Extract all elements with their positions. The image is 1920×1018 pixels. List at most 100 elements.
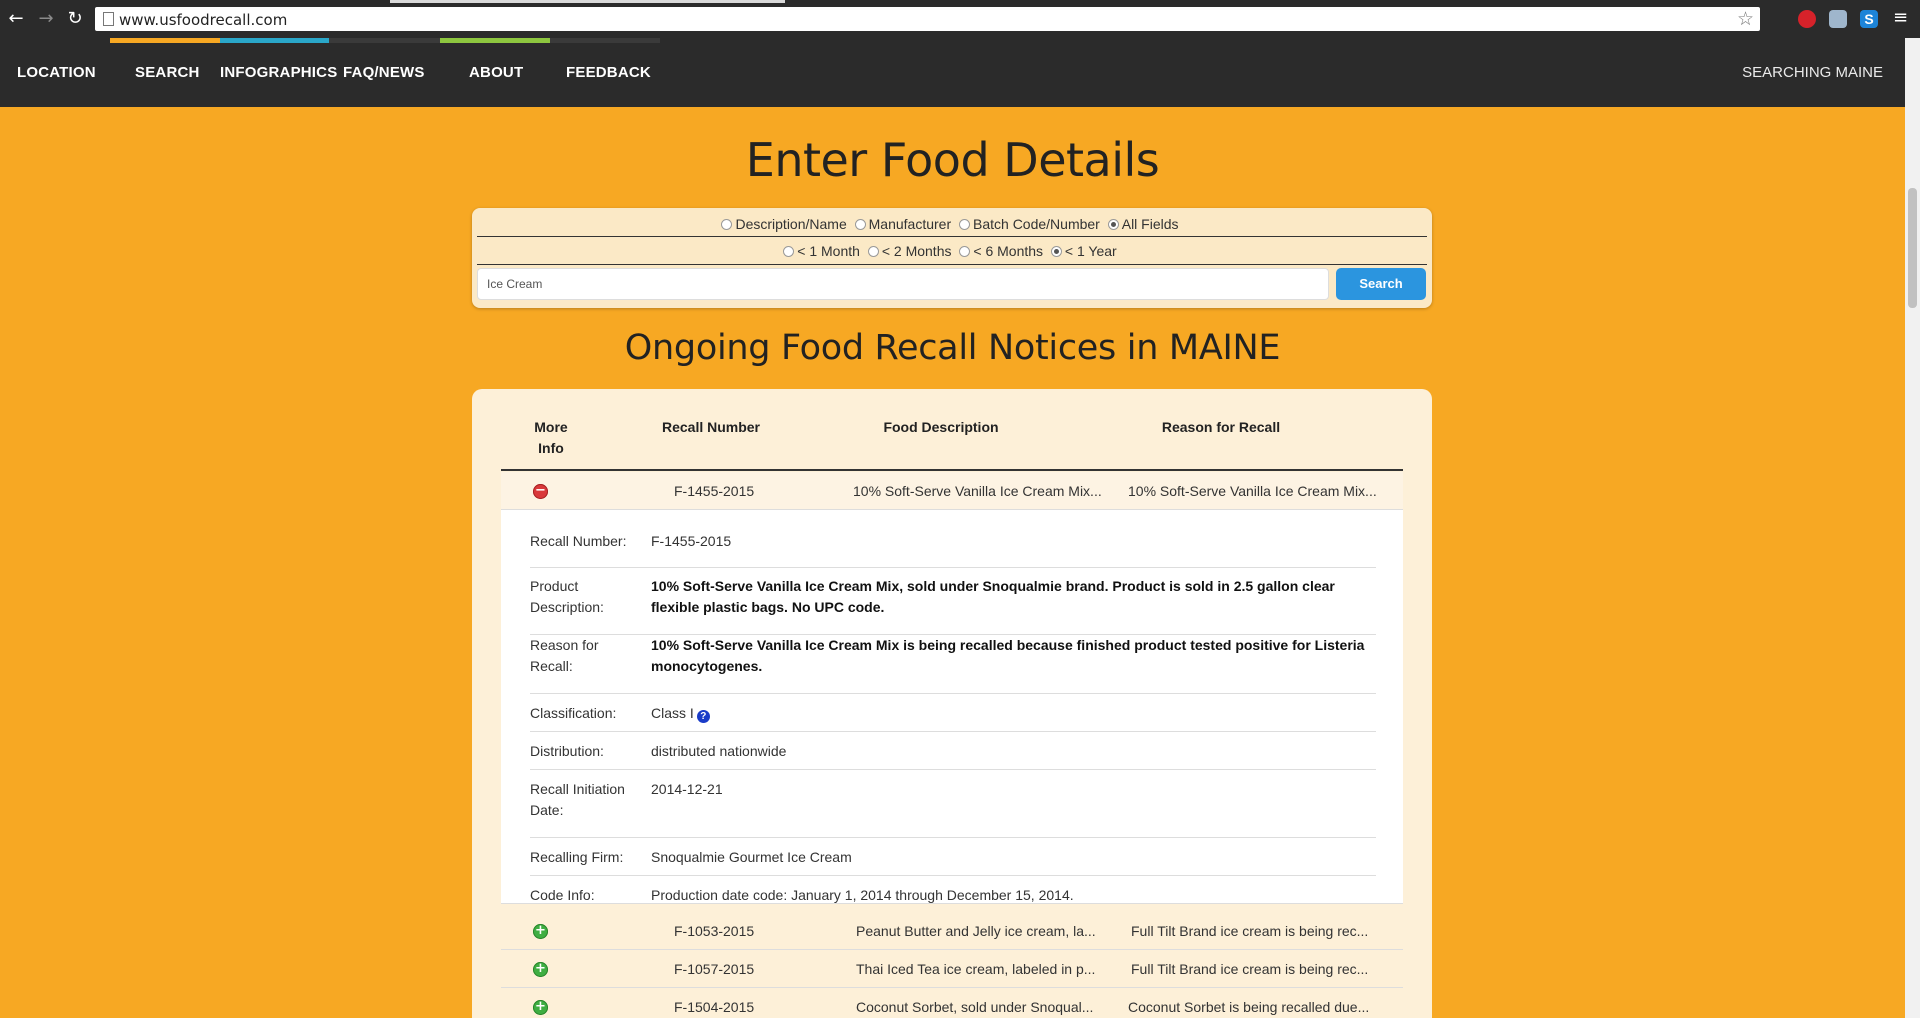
detail-value: F-1455-2015 [651, 533, 732, 549]
cell-reason: Full Tilt Brand ice cream is being rec..… [1131, 923, 1369, 939]
detail-value: Snoqualmie Gourmet Ice Cream [651, 849, 852, 865]
cell-food-description: Peanut Butter and Jelly ice cream, la... [856, 923, 1096, 939]
reload-icon[interactable]: ↻ [64, 8, 86, 30]
radio-circle-selected[interactable] [1107, 219, 1119, 230]
detail-value: 10% Soft-Serve Vanilla Ice Cream Mix, so… [651, 578, 1335, 615]
nav-search[interactable]: SEARCH [135, 38, 200, 107]
radio-description-name[interactable]: Description/Name [721, 216, 847, 232]
header-more-info-line2: Info [538, 440, 564, 456]
radio-circle[interactable] [783, 246, 795, 257]
detail-value-wrapper: Class I? [651, 703, 1376, 724]
detail-label: Recall Number: [530, 533, 627, 549]
radio-circle[interactable] [867, 246, 879, 257]
cell-recall-number: F-1455-2015 [674, 483, 755, 499]
page-scrollbar[interactable] [1905, 38, 1920, 1018]
search-button[interactable]: Search [1336, 268, 1426, 300]
cell-recall-number: F-1504-2015 [674, 999, 755, 1015]
header-more-info: More Info [501, 417, 601, 459]
nav-location[interactable]: LOCATION [17, 38, 96, 107]
recall-results-table: More Info Recall Number Food Description… [472, 389, 1432, 1018]
detail-code-info: Code Info: Production date code: January… [530, 885, 1376, 914]
detail-value: Class I [651, 705, 694, 721]
detail-value: 2014-12-21 [651, 781, 723, 797]
question-help-icon[interactable]: ? [696, 710, 710, 723]
table-header: More Info Recall Number Food Description… [501, 389, 1403, 471]
radio-6-months[interactable]: < 6 Months [959, 243, 1043, 259]
back-arrow-icon[interactable]: ← [5, 8, 27, 30]
radio-circle-selected[interactable] [1050, 246, 1062, 257]
detail-reason: Reason for Recall: 10% Soft-Serve Vanill… [530, 635, 1376, 694]
radio-1-year[interactable]: < 1 Year [1050, 243, 1117, 259]
cell-reason: Coconut Sorbet is being recalled due... [1128, 999, 1370, 1015]
detail-label: Recall Initiation Date: [530, 781, 625, 818]
recall-detail-panel: Recall Number: F-1455-2015 Product Descr… [501, 510, 1403, 904]
browser-toolbar: ← → ↻ www.usfoodrecall.com ☆ S ≡ [0, 0, 1920, 38]
adblock-extension-icon[interactable] [1798, 10, 1816, 28]
detail-classification: Classification: Class I? [530, 703, 1376, 732]
header-recall-number[interactable]: Recall Number [631, 417, 791, 438]
radio-manufacturer[interactable]: Manufacturer [854, 216, 951, 232]
expand-plus-icon[interactable]: + [533, 924, 548, 939]
site-navigation: LOCATION SEARCH INFOGRAPHICS FAQ/NEWS AB… [0, 38, 1905, 107]
radio-circle[interactable] [959, 246, 971, 257]
page-icon [103, 12, 114, 26]
detail-label: Recalling Firm: [530, 849, 624, 865]
cell-food-description: Thai Iced Tea ice cream, labeled in p... [856, 961, 1096, 977]
detail-label: Distribution: [530, 743, 604, 759]
detail-recalling-firm: Recalling Firm: Snoqualmie Gourmet Ice C… [530, 847, 1376, 876]
table-row[interactable]: + F-1504-2015 Coconut Sorbet, sold under… [501, 988, 1403, 1018]
detail-label: Code Info: [530, 887, 595, 903]
cell-food-description: 10% Soft-Serve Vanilla Ice Cream Mix... [853, 483, 1102, 499]
radio-all-fields[interactable]: All Fields [1107, 216, 1179, 232]
search-field-options: Description/Name Manufacturer Batch Code… [477, 211, 1427, 237]
detail-recall-number: Recall Number: F-1455-2015 [530, 531, 1376, 568]
table-row[interactable]: − F-1455-2015 10% Soft-Serve Vanilla Ice… [501, 472, 1403, 510]
detail-product-description: Product Description: 10% Soft-Serve Vani… [530, 576, 1376, 635]
cell-reason: 10% Soft-Serve Vanilla Ice Cream Mix... [1128, 483, 1377, 499]
radio-2-months[interactable]: < 2 Months [867, 243, 951, 259]
camera-extension-icon[interactable] [1829, 10, 1847, 28]
bookmark-star-icon[interactable]: ☆ [1737, 8, 1754, 30]
detail-label: Reason for Recall: [530, 637, 599, 674]
s-extension-icon[interactable]: S [1860, 10, 1878, 28]
detail-initiation-date: Recall Initiation Date: 2014-12-21 [530, 779, 1376, 838]
radio-circle[interactable] [854, 219, 866, 230]
nav-about[interactable]: ABOUT [469, 38, 523, 107]
search-input[interactable]: Ice Cream [477, 268, 1329, 300]
cell-recall-number: F-1053-2015 [674, 923, 755, 939]
radio-circle[interactable] [959, 219, 970, 230]
searching-location-status[interactable]: SEARCHING MAINE [1742, 38, 1883, 107]
nav-infographics[interactable]: INFOGRAPHICS [220, 38, 337, 107]
header-food-description[interactable]: Food Description [816, 417, 1066, 438]
menu-icon[interactable]: ≡ [1893, 9, 1909, 27]
radio-batch-code[interactable]: Batch Code/Number [959, 216, 1100, 232]
forward-arrow-icon[interactable]: → [35, 8, 57, 30]
detail-value: Production date code: January 1, 2014 th… [651, 887, 1074, 903]
header-more-info-line1: More [534, 419, 568, 435]
detail-value: 10% Soft-Serve Vanilla Ice Cream Mix is … [651, 637, 1365, 674]
scrollbar-thumb[interactable] [1908, 188, 1917, 308]
detail-distribution: Distribution: distributed nationwide [530, 741, 1376, 770]
address-bar[interactable]: www.usfoodrecall.com ☆ [95, 7, 1760, 31]
detail-label: Product Description: [530, 578, 604, 615]
radio-1-month[interactable]: < 1 Month [783, 243, 860, 259]
cell-food-description: Coconut Sorbet, sold under Snoqual... [856, 999, 1094, 1015]
expand-plus-icon[interactable]: + [533, 1000, 548, 1015]
cell-reason: Full Tilt Brand ice cream is being rec..… [1131, 961, 1369, 977]
recall-notices-heading: Ongoing Food Recall Notices in MAINE [624, 328, 1281, 368]
detail-value: distributed nationwide [651, 743, 787, 759]
table-row[interactable]: + F-1057-2015 Thai Iced Tea ice cream, l… [501, 950, 1403, 988]
active-tab-indicator [390, 0, 785, 3]
nav-feedback[interactable]: FEEDBACK [566, 38, 651, 107]
header-reason[interactable]: Reason for Recall [1091, 417, 1351, 438]
search-time-options: < 1 Month < 2 Months < 6 Months < 1 Year [477, 238, 1427, 265]
url-text[interactable]: www.usfoodrecall.com [119, 11, 287, 29]
expand-plus-icon[interactable]: + [533, 962, 548, 977]
search-panel: Description/Name Manufacturer Batch Code… [472, 208, 1432, 308]
nav-faq-news[interactable]: FAQ/NEWS [343, 38, 425, 107]
table-row[interactable]: + F-1053-2015 Peanut Butter and Jelly ic… [501, 912, 1403, 950]
radio-circle[interactable] [721, 219, 733, 230]
detail-label: Classification: [530, 705, 617, 721]
cell-recall-number: F-1057-2015 [674, 961, 755, 977]
collapse-minus-icon[interactable]: − [533, 484, 548, 499]
